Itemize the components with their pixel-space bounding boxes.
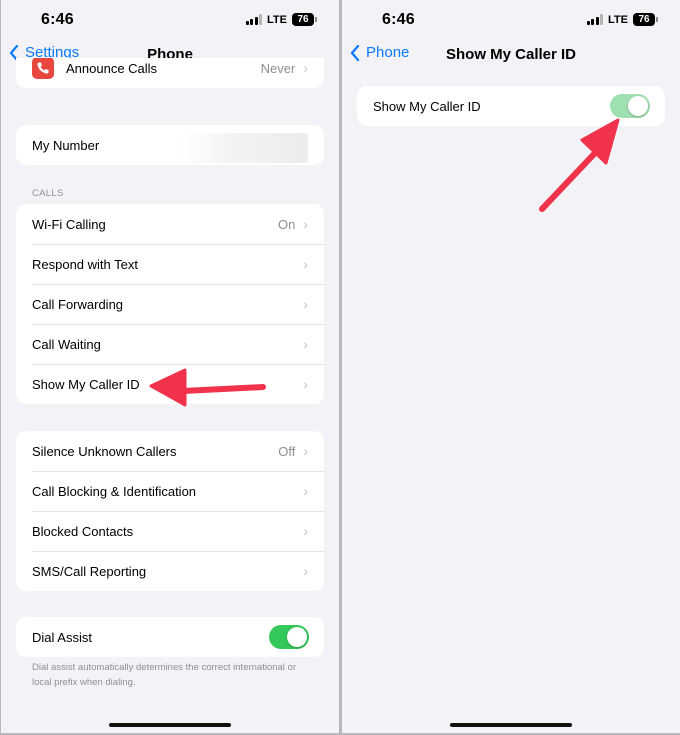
network-type: LTE [267,13,287,26]
chevron-right-icon: › [303,296,308,312]
call-forwarding-row[interactable]: Call Forwarding › [16,284,324,324]
dial-assist-group: Dial Assist [16,617,324,657]
battery-icon: 76 [292,13,317,26]
row-label: Blocked Contacts [32,523,134,539]
redacted-number [180,133,308,163]
wifi-calling-row[interactable]: Wi-Fi Calling On › [16,204,324,244]
show-my-caller-id-row: Show My Caller ID [357,86,665,126]
chevron-right-icon: › [303,256,308,272]
silence-unknown-callers-row[interactable]: Silence Unknown Callers Off › [16,431,324,471]
chevron-right-icon: › [303,376,308,392]
show-caller-id-toggle[interactable] [610,94,650,118]
chevron-left-icon [350,44,360,61]
row-label: Wi-Fi Calling [32,216,106,232]
announce-calls-row[interactable]: Announce Calls Never › [16,58,324,88]
status-bar: 6:46 LTE 76 [342,0,680,42]
home-indicator[interactable] [109,723,231,727]
blocking-group: Silence Unknown Callers Off › Call Block… [16,431,324,591]
row-label: Dial Assist [32,629,92,645]
dial-assist-footer: Dial assist automatically determines the… [32,662,297,688]
respond-with-text-row[interactable]: Respond with Text › [16,244,324,284]
row-value: On [277,216,296,232]
network-type: LTE [608,13,628,26]
chevron-right-icon: › [303,483,308,499]
announce-group: Announce Calls Never › [16,58,324,88]
call-blocking-row[interactable]: Call Blocking & Identification › [16,471,324,511]
calls-section-header: CALLS [32,188,64,199]
my-number-group: My Number [16,125,324,165]
status-time: 6:46 [41,11,74,28]
battery-icon: 76 [633,13,658,26]
announce-calls-label: Announce Calls [66,60,158,76]
call-waiting-row[interactable]: Call Waiting › [16,324,324,364]
cellular-signal-icon [245,14,263,25]
calls-group: Wi-Fi Calling On › Respond with Text › C… [16,204,324,404]
phone-app-icon [32,58,54,79]
home-indicator[interactable] [450,723,572,727]
row-label: Show My Caller ID [373,98,481,114]
my-number-row[interactable]: My Number [16,125,324,165]
row-label: Show My Caller ID [32,376,140,392]
blocked-contacts-row[interactable]: Blocked Contacts › [16,511,324,551]
back-button-label: Phone [366,44,410,61]
status-bar: 6:46 LTE 76 [1,0,339,42]
chevron-right-icon: › [303,216,308,232]
chevron-right-icon: › [303,523,308,539]
caller-id-group: Show My Caller ID [357,86,665,126]
show-my-caller-id-row[interactable]: Show My Caller ID › [16,364,324,404]
cellular-signal-icon [586,14,604,25]
navigation-bar: Phone Show My Caller ID [342,42,680,68]
row-label: Respond with Text [32,256,138,272]
row-value: Off [278,443,296,459]
status-icons: LTE 76 [586,13,658,26]
row-label: Call Forwarding [32,296,124,312]
phone-settings-screen: 6:46 LTE 76 Settings Phone Announce Call… [1,0,339,733]
caller-id-screen: 6:46 LTE 76 Phone Show My Caller ID Show… [342,0,680,733]
battery-level: 76 [633,13,655,26]
status-time: 6:46 [382,11,415,28]
back-button[interactable]: Phone [350,44,409,61]
sms-call-reporting-row[interactable]: SMS/Call Reporting › [16,551,324,591]
row-label: Call Waiting [32,336,101,352]
row-label: Call Blocking & Identification [32,483,197,499]
dial-assist-row: Dial Assist [16,617,324,657]
row-label: Silence Unknown Callers [32,443,177,459]
chevron-right-icon: › [303,336,308,352]
announce-calls-value: Never [260,60,296,76]
dial-assist-toggle[interactable] [269,625,309,649]
chevron-right-icon: › [303,60,308,76]
chevron-right-icon: › [303,443,308,459]
status-icons: LTE 76 [245,13,317,26]
battery-level: 76 [292,13,314,26]
chevron-right-icon: › [303,563,308,579]
row-label: SMS/Call Reporting [32,563,147,579]
